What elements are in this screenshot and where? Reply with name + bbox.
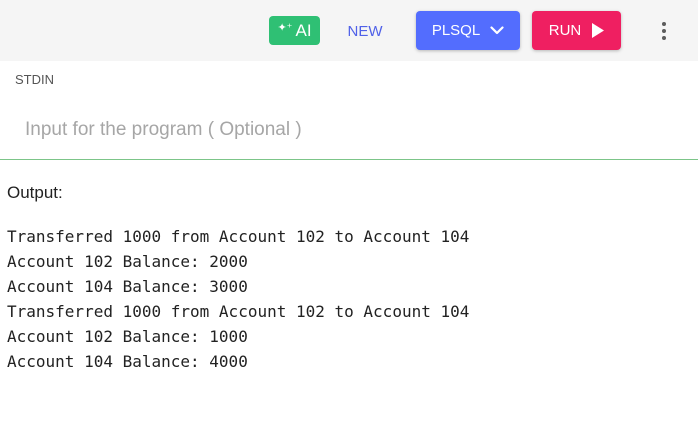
output-line: Account 104 Balance: 4000	[7, 352, 248, 371]
output-console: Transferred 1000 from Account 102 to Acc…	[7, 226, 687, 376]
kebab-menu-icon	[662, 22, 666, 26]
ai-button[interactable]: ✦⁺ AI	[269, 16, 320, 45]
output-line: Account 102 Balance: 1000	[7, 327, 248, 346]
output-line: Account 104 Balance: 3000	[7, 277, 248, 296]
output-line: Account 102 Balance: 2000	[7, 252, 248, 271]
run-button[interactable]: RUN	[532, 11, 621, 50]
stdin-input[interactable]	[0, 100, 698, 160]
output-line: Transferred 1000 from Account 102 to Acc…	[7, 302, 470, 321]
play-icon	[592, 23, 605, 38]
run-button-label: RUN	[548, 22, 582, 39]
output-line: Transferred 1000 from Account 102 to Acc…	[7, 227, 470, 246]
language-select-button[interactable]: PLSQL	[416, 11, 520, 50]
output-label: Output:	[7, 183, 63, 202]
chevron-down-icon	[490, 26, 504, 35]
new-button[interactable]: NEW	[338, 16, 392, 46]
language-label: PLSQL	[431, 22, 481, 39]
new-button-label: NEW	[347, 22, 383, 40]
ai-button-label: AI	[295, 20, 312, 40]
sparkle-icon: ✦⁺	[277, 22, 293, 34]
toolbar: ✦⁺ AI NEW PLSQL RUN	[0, 0, 698, 61]
more-options-button[interactable]	[652, 17, 676, 45]
stdin-label: STDIN	[15, 72, 54, 87]
